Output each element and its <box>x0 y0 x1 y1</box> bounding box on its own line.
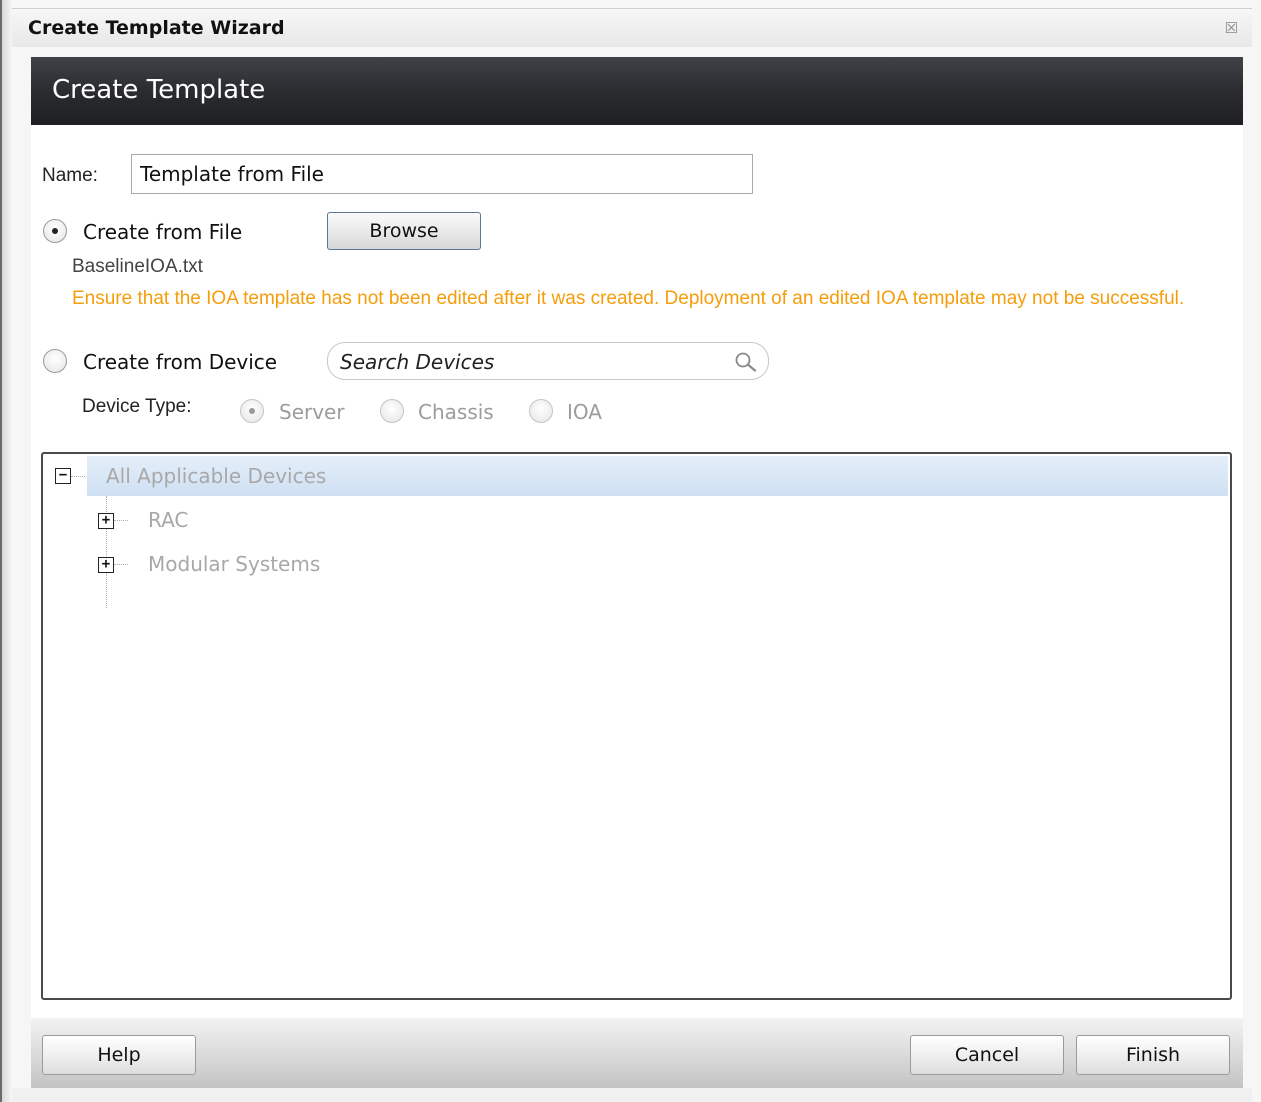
selected-file-name: BaselineIOA.txt <box>72 256 203 277</box>
footer-bar: Help Cancel Finish <box>31 1018 1243 1088</box>
name-label: Name: <box>42 165 98 186</box>
device-type-server-label[interactable]: Server <box>279 400 345 424</box>
warning-message: Ensure that the IOA template has not bee… <box>72 288 1185 309</box>
tree-root-label[interactable]: All Applicable Devices <box>106 464 326 488</box>
create-from-device-radio[interactable] <box>43 349 67 373</box>
device-type-label: Device Type: <box>82 396 192 417</box>
browse-button[interactable]: Browse <box>327 212 481 250</box>
page-title: Create Template <box>52 75 266 105</box>
search-devices-input[interactable] <box>338 344 722 380</box>
cancel-button[interactable]: Cancel <box>910 1035 1064 1075</box>
finish-button[interactable]: Finish <box>1076 1035 1230 1075</box>
create-from-file-label[interactable]: Create from File <box>83 220 242 244</box>
tree-item-modular-systems[interactable]: Modular Systems <box>148 552 320 576</box>
tree-item-rac[interactable]: RAC <box>148 508 188 532</box>
create-from-file-radio[interactable] <box>43 219 67 243</box>
close-icon[interactable]: ☒ <box>1225 19 1238 37</box>
device-tree: − All Applicable Devices + RAC + Modular… <box>41 452 1232 1000</box>
search-icon[interactable] <box>734 351 758 373</box>
device-type-chassis-label[interactable]: Chassis <box>418 400 494 424</box>
create-template-wizard-window: Create Template Wizard ☒ Create Template… <box>0 0 1261 1102</box>
search-devices-box <box>327 342 769 380</box>
window-left-edge <box>2 0 11 1102</box>
device-type-server-radio[interactable] <box>240 399 264 423</box>
name-field[interactable] <box>131 154 753 194</box>
device-type-ioa-label[interactable]: IOA <box>567 400 602 424</box>
device-type-ioa-radio[interactable] <box>529 399 553 423</box>
expand-toggle-icon[interactable]: + <box>98 513 114 529</box>
wizard-content: Name: Create from File Browse BaselineIO… <box>31 125 1243 1018</box>
tree-connector <box>71 476 85 477</box>
collapse-toggle-icon[interactable]: − <box>55 468 71 484</box>
window-bottom-edge <box>12 1088 1252 1102</box>
expand-toggle-icon[interactable]: + <box>98 557 114 573</box>
device-type-chassis-radio[interactable] <box>380 399 404 423</box>
header-banner: Create Template <box>31 57 1243 125</box>
create-from-device-label[interactable]: Create from Device <box>83 350 277 374</box>
tree-connector <box>114 520 128 521</box>
title-bar: Create Template Wizard ☒ <box>12 8 1252 47</box>
help-button[interactable]: Help <box>42 1035 196 1075</box>
window-title: Create Template Wizard <box>28 17 285 39</box>
tree-connector <box>114 564 128 565</box>
